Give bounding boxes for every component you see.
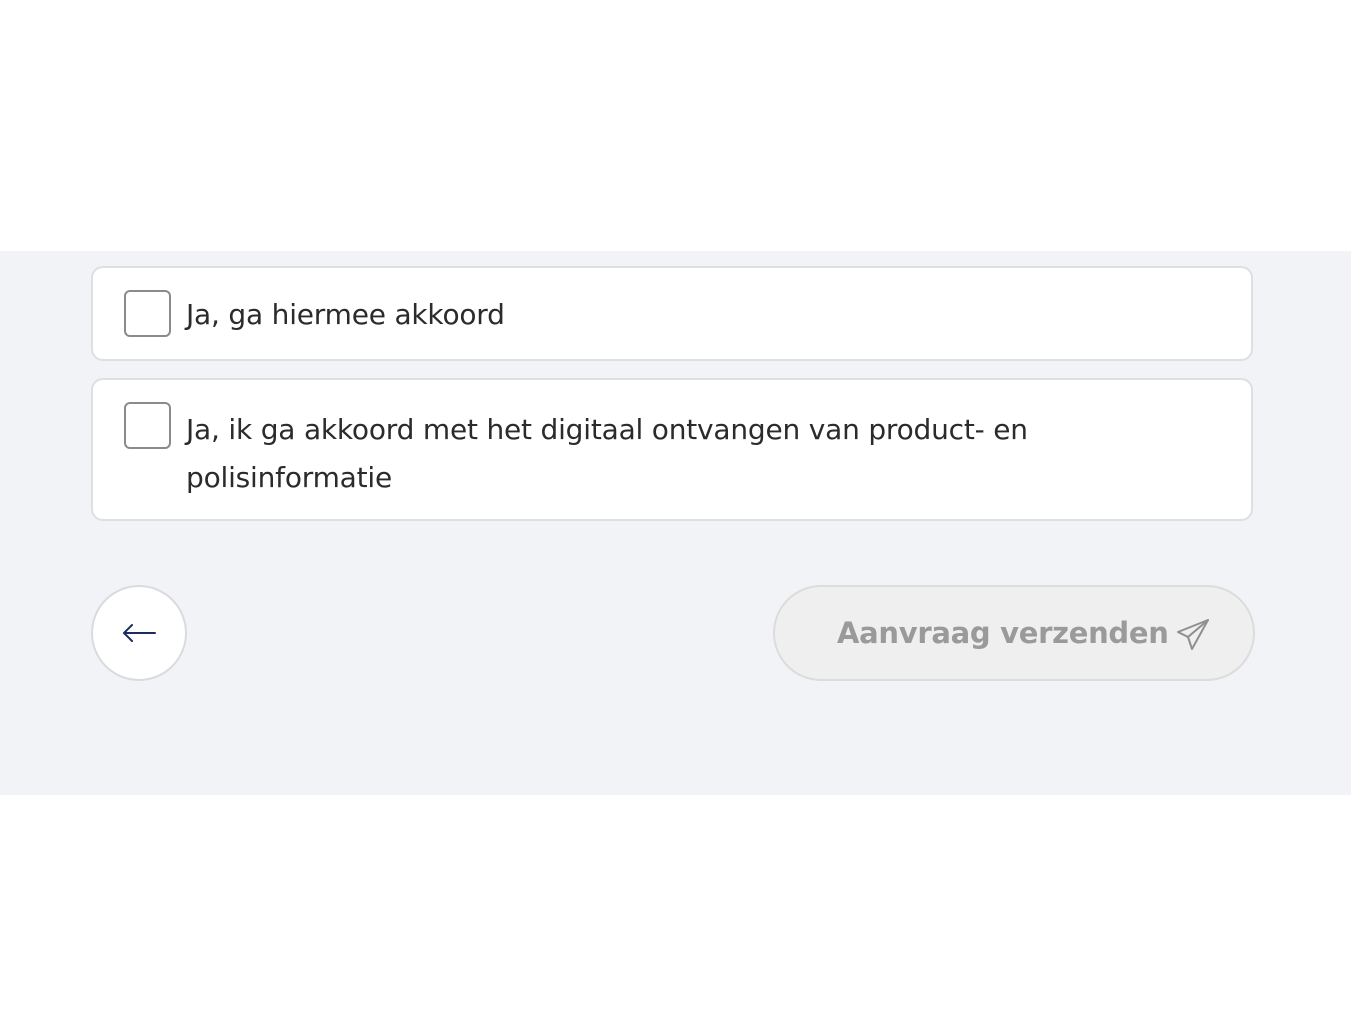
back-button[interactable] — [91, 585, 187, 681]
agree-label: Ja, ga hiermee akkoord — [186, 298, 505, 331]
submit-request-label: Aanvraag verzenden — [837, 616, 1169, 650]
digital-info-label: Ja, ik ga akkoord met het digitaal ontva… — [186, 413, 1028, 494]
submit-request-button[interactable]: Aanvraag verzenden — [773, 585, 1255, 681]
digital-info-checkbox[interactable] — [124, 402, 171, 449]
send-icon — [1177, 619, 1209, 650]
arrow-left-icon — [123, 624, 156, 642]
consent-option-agree[interactable]: Ja, ga hiermee akkoord — [91, 266, 1253, 361]
consent-panel: Ja, ga hiermee akkoord Ja, ik ga akkoord… — [0, 251, 1351, 795]
agree-checkbox[interactable] — [124, 290, 171, 337]
page: Ja, ga hiermee akkoord Ja, ik ga akkoord… — [0, 0, 1351, 1013]
consent-option-digital-info[interactable]: Ja, ik ga akkoord met het digitaal ontva… — [91, 378, 1253, 521]
